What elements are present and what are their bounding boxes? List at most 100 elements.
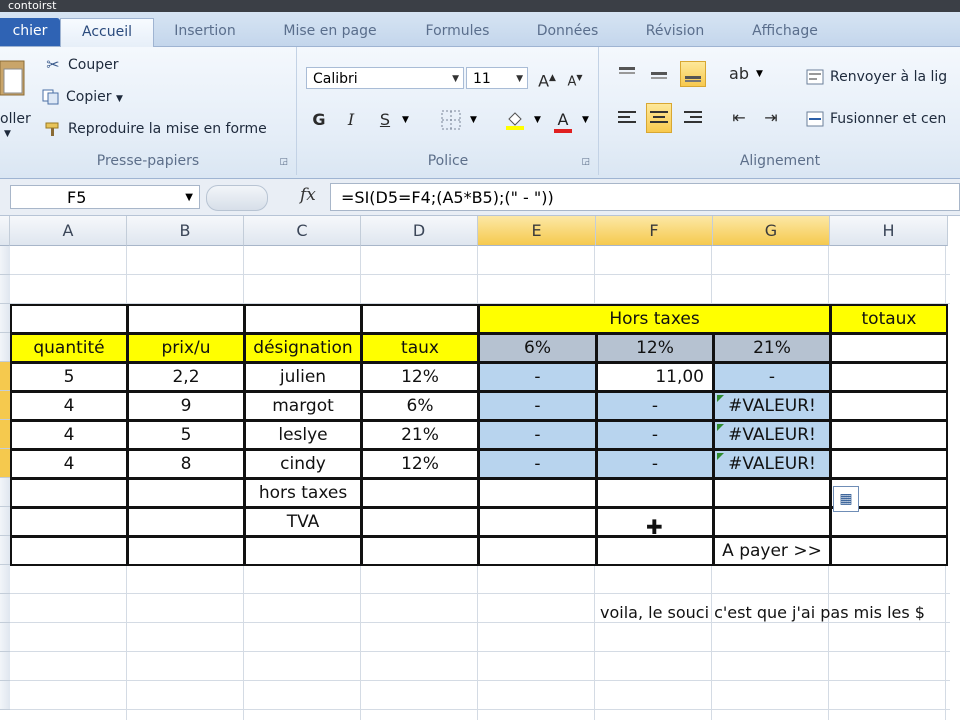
header-rate-6[interactable]: 6% [478, 333, 597, 363]
cell-taux[interactable]: 21% [361, 420, 479, 450]
cell-taux[interactable]: 12% [361, 449, 479, 479]
row-header[interactable] [0, 623, 10, 652]
cell-g[interactable]: - [713, 362, 831, 392]
cell-g-error[interactable]: #VALEUR! [713, 420, 831, 450]
chevron-down-icon[interactable]: ▼ [756, 69, 763, 79]
row-header[interactable] [0, 681, 10, 710]
cell-f-active[interactable]: 11,00 [596, 362, 714, 392]
cell[interactable] [127, 536, 245, 566]
tab-mise-en-page[interactable]: Mise en page [270, 18, 390, 46]
insert-function-icon[interactable]: fx [300, 185, 316, 205]
cell-taux[interactable]: 12% [361, 362, 479, 392]
cell[interactable] [830, 362, 948, 392]
align-right-icon[interactable] [680, 105, 706, 131]
cell-quantite[interactable]: 4 [10, 391, 128, 421]
tab-file[interactable]: chier [0, 18, 60, 46]
row-header[interactable] [0, 594, 10, 623]
row-header[interactable] [0, 652, 10, 681]
cell[interactable] [830, 333, 948, 363]
cell[interactable] [478, 536, 597, 566]
cell-designation[interactable]: julien [244, 362, 362, 392]
paste-button[interactable]: oller ▼ [0, 53, 31, 143]
column-header-e[interactable]: E [478, 216, 596, 246]
formula-bar-splitter[interactable] [206, 185, 268, 211]
name-box[interactable]: F5 ▼ [10, 185, 200, 209]
copy-button[interactable]: Copier ▼ [42, 89, 123, 105]
cell[interactable] [830, 536, 948, 566]
chevron-down-icon[interactable]: ▼ [402, 115, 409, 125]
cell[interactable] [830, 420, 948, 450]
row-header[interactable] [0, 391, 10, 420]
totaux-header[interactable]: totaux [830, 304, 948, 334]
cell[interactable] [127, 304, 245, 334]
a-payer-label[interactable]: A payer >> [713, 536, 831, 566]
tva-label[interactable]: TVA [244, 507, 362, 537]
cut-button[interactable]: ✂ Couper [44, 57, 118, 74]
italic-button[interactable]: I [338, 107, 364, 133]
cell-f[interactable]: - [596, 420, 714, 450]
font-name-combo[interactable]: Calibri ▼ [306, 67, 464, 89]
align-middle-icon[interactable] [646, 61, 672, 87]
tab-formules[interactable]: Formules [415, 18, 500, 46]
cell-prix[interactable]: 2,2 [127, 362, 245, 392]
increase-indent-icon[interactable]: ⇥ [758, 105, 784, 131]
shrink-font-icon[interactable]: A▼ [562, 65, 588, 91]
cell-quantite[interactable]: 5 [10, 362, 128, 392]
align-left-icon[interactable] [614, 105, 640, 131]
tab-donnees[interactable]: Données [525, 18, 610, 46]
bold-button[interactable]: G [306, 107, 332, 133]
chevron-down-icon[interactable]: ▼ [470, 115, 477, 125]
tab-accueil[interactable]: Accueil [60, 18, 154, 48]
cell-f[interactable]: - [596, 391, 714, 421]
header-rate-21[interactable]: 21% [713, 333, 831, 363]
decrease-indent-icon[interactable]: ⇤ [726, 105, 752, 131]
cell-designation[interactable]: margot [244, 391, 362, 421]
cell-g-error[interactable]: #VALEUR! [713, 391, 831, 421]
cell[interactable] [596, 536, 714, 566]
cell-e[interactable]: - [478, 420, 597, 450]
header-quantite[interactable]: quantité [10, 333, 128, 363]
merge-center-button[interactable]: Fusionner et cen [806, 111, 946, 127]
dialog-launcher-icon[interactable]: ◲ [581, 157, 590, 167]
header-designation[interactable]: désignation [244, 333, 362, 363]
tab-affichage[interactable]: Affichage [740, 18, 830, 46]
wrap-text-button[interactable]: Renvoyer à la lig [806, 69, 947, 85]
row-header[interactable] [0, 565, 10, 594]
row-header[interactable] [0, 304, 10, 333]
column-header-b[interactable]: B [127, 216, 244, 246]
orientation-icon[interactable]: ab [726, 61, 752, 87]
fill-color-icon[interactable] [502, 107, 528, 133]
tab-insertion[interactable]: Insertion [165, 18, 245, 46]
row-header[interactable] [0, 362, 10, 391]
chevron-down-icon[interactable]: ▼ [534, 115, 541, 125]
cell-f[interactable]: - [596, 449, 714, 479]
cell[interactable] [713, 507, 831, 537]
font-size-combo[interactable]: 11 ▼ [466, 67, 528, 89]
header-prix[interactable]: prix/u [127, 333, 245, 363]
select-all-corner[interactable] [0, 216, 10, 246]
cell[interactable] [830, 391, 948, 421]
cell-taux[interactable]: 6% [361, 391, 479, 421]
cell[interactable] [10, 507, 128, 537]
cell[interactable] [244, 304, 362, 334]
cell[interactable] [127, 507, 245, 537]
chevron-down-icon[interactable]: ▼ [582, 115, 589, 125]
cell[interactable] [361, 304, 479, 334]
cell[interactable] [361, 478, 479, 508]
row-header[interactable] [0, 420, 10, 449]
column-header-c[interactable]: C [244, 216, 361, 246]
cell-designation[interactable]: cindy [244, 449, 362, 479]
cell-prix[interactable]: 9 [127, 391, 245, 421]
cell-e[interactable]: - [478, 391, 597, 421]
grow-font-icon[interactable]: A▲ [534, 65, 560, 91]
cell-quantite[interactable]: 4 [10, 420, 128, 450]
align-center-icon[interactable] [646, 103, 672, 133]
cell-g-error[interactable]: #VALEUR! [713, 449, 831, 479]
cell[interactable] [10, 478, 128, 508]
cell[interactable] [596, 478, 714, 508]
hors-taxes-label[interactable]: hors taxes [244, 478, 362, 508]
cell[interactable] [10, 304, 128, 334]
formula-input[interactable]: =SI(D5=F4;(A5*B5);(" - ")) [330, 183, 960, 211]
dialog-launcher-icon[interactable]: ◲ [279, 157, 288, 167]
underline-button[interactable]: S [372, 107, 398, 133]
